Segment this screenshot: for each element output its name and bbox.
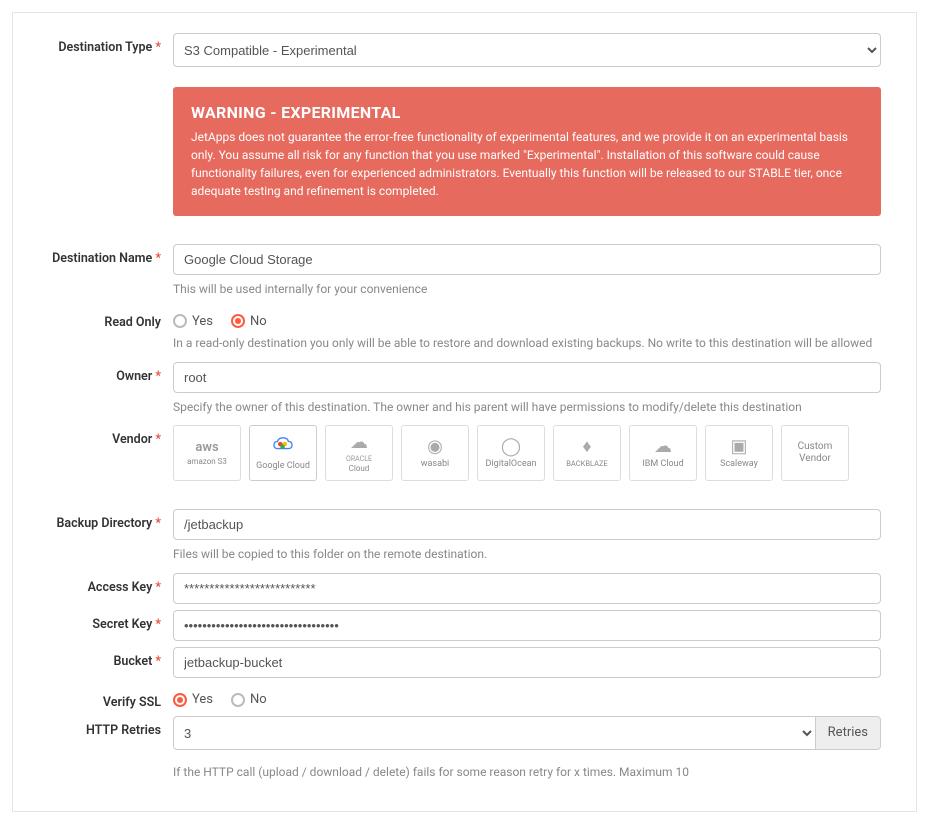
aws-icon: aws xyxy=(195,441,218,454)
owner-help: Specify the owner of this destination. T… xyxy=(173,399,881,416)
vendor-grid: aws amazon S3 Google Cloud ☁ ORACLE Clou… xyxy=(173,425,881,481)
warning-title: WARNING - EXPERIMENTAL xyxy=(191,103,863,122)
vendor-wasabi[interactable]: ◉ wasabi xyxy=(401,425,469,481)
read-only-no[interactable]: No xyxy=(231,314,267,329)
read-only-help: In a read-only destination you only will… xyxy=(173,335,881,352)
vendor-ibm-cloud[interactable]: ☁ IBM Cloud xyxy=(629,425,697,481)
digitalocean-icon: ◯ xyxy=(501,438,521,456)
radio-icon xyxy=(173,693,187,707)
ibm-cloud-icon: ☁ xyxy=(654,438,672,456)
warning-body: JetApps does not guarantee the error-fre… xyxy=(191,128,863,200)
backup-directory-help: Files will be copied to this folder on t… xyxy=(173,546,881,563)
read-only-label: Read Only xyxy=(33,308,173,330)
scaleway-icon: ▣ xyxy=(730,438,747,456)
backup-directory-label: Backup Directory * xyxy=(33,509,173,531)
vendor-label: Vendor * xyxy=(33,425,173,447)
http-retries-help: If the HTTP call (upload / download / de… xyxy=(173,764,881,781)
access-key-label: Access Key * xyxy=(33,573,173,595)
radio-icon xyxy=(231,314,245,328)
bucket-input[interactable] xyxy=(173,647,881,678)
secret-key-input[interactable] xyxy=(173,610,881,641)
destination-name-help: This will be used internally for your co… xyxy=(173,281,881,298)
owner-input[interactable] xyxy=(173,362,881,393)
verify-ssl-yes[interactable]: Yes xyxy=(173,692,213,707)
google-cloud-icon xyxy=(272,436,294,458)
radio-icon xyxy=(173,314,187,328)
destination-form: Destination Type * S3 Compatible - Exper… xyxy=(12,12,917,812)
vendor-backblaze[interactable]: ♦ BACKBLAZE xyxy=(553,425,621,481)
http-retries-select[interactable]: 3 xyxy=(173,716,816,750)
destination-name-input[interactable] xyxy=(173,244,881,275)
bucket-label: Bucket * xyxy=(33,647,173,669)
vendor-amazon-s3[interactable]: aws amazon S3 xyxy=(173,425,241,481)
destination-name-label: Destination Name * xyxy=(33,244,173,266)
vendor-digitalocean[interactable]: ◯ DigitalOcean xyxy=(477,425,545,481)
access-key-input[interactable] xyxy=(173,573,881,604)
backblaze-icon: ♦ xyxy=(582,438,591,456)
vendor-oracle-cloud[interactable]: ☁ ORACLE Cloud xyxy=(325,425,393,481)
secret-key-label: Secret Key * xyxy=(33,610,173,632)
radio-icon xyxy=(231,693,245,707)
http-retries-addon: Retries xyxy=(816,716,881,750)
experimental-warning: WARNING - EXPERIMENTAL JetApps does not … xyxy=(173,87,881,216)
owner-label: Owner * xyxy=(33,362,173,384)
read-only-yes[interactable]: Yes xyxy=(173,314,213,329)
backup-directory-input[interactable] xyxy=(173,509,881,540)
verify-ssl-label: Verify SSL xyxy=(33,688,173,710)
vendor-custom[interactable]: Custom Vendor xyxy=(781,425,849,481)
wasabi-icon: ◉ xyxy=(427,438,443,456)
verify-ssl-radio-group: Yes No xyxy=(173,688,881,707)
read-only-radio-group: Yes No xyxy=(173,308,881,329)
verify-ssl-no[interactable]: No xyxy=(231,692,267,707)
destination-type-select[interactable]: S3 Compatible - Experimental xyxy=(173,33,881,67)
http-retries-label: HTTP Retries xyxy=(33,716,173,738)
oracle-cloud-icon: ☁ xyxy=(350,434,368,452)
destination-type-label: Destination Type * xyxy=(33,33,173,55)
vendor-google-cloud[interactable]: Google Cloud xyxy=(249,425,317,481)
vendor-scaleway[interactable]: ▣ Scaleway xyxy=(705,425,773,481)
